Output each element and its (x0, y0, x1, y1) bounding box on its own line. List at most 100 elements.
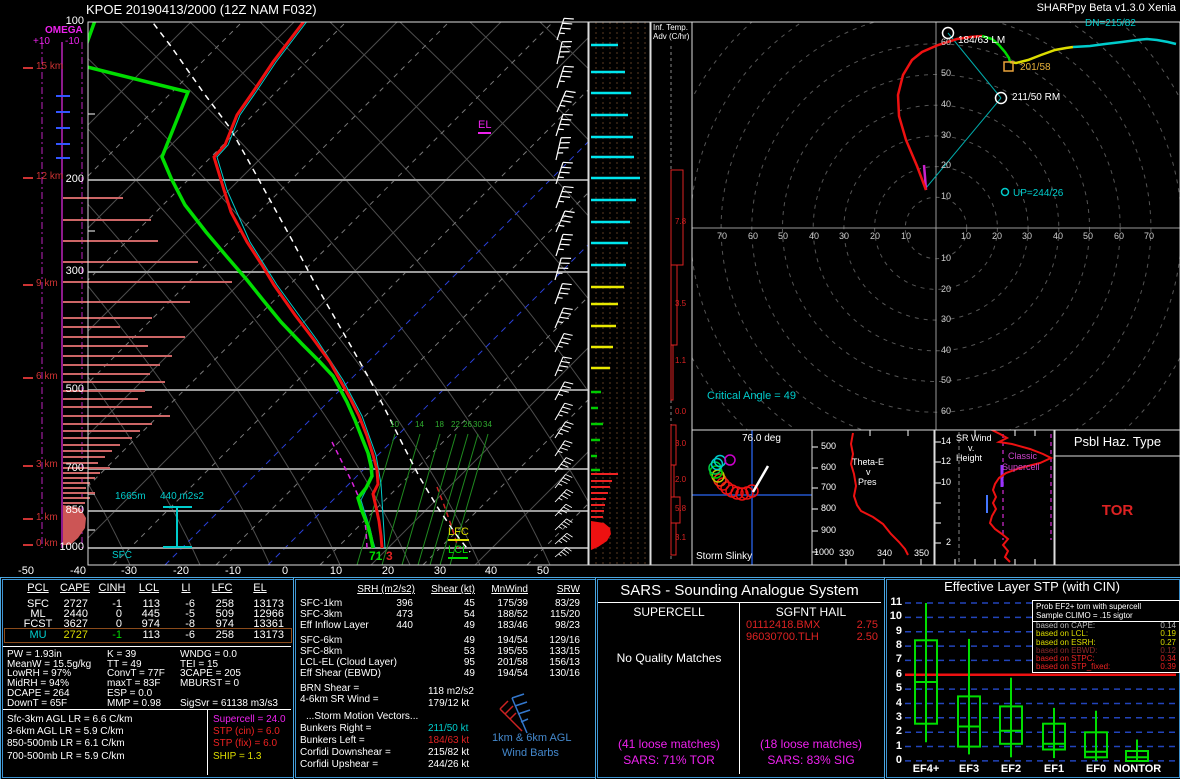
thetae-tick: 1000 (814, 548, 834, 557)
sars-match-file[interactable]: 96030700.TLH (746, 632, 819, 644)
mixing-ratio-label: 26 (463, 421, 472, 429)
temp-tick: 10 (316, 566, 356, 578)
stp-ytick: 11 (886, 597, 902, 609)
hodo-tick: 70 (1139, 232, 1159, 241)
stp-category: EF3 (949, 764, 989, 776)
eil-srh-label: 440 m2s2 (160, 492, 204, 503)
app-version: SHARPpy Beta v1.3.0 Xenia (1037, 3, 1176, 15)
hodo-tick: 20 (941, 285, 951, 294)
mixing-ratio-label: 10 (390, 421, 399, 429)
pressure-label: 850 (56, 505, 84, 517)
sars-match-file[interactable]: 01112418.BMX (746, 620, 820, 632)
lapse-rates: Sfc-3km AGL LR = 6.6 C/km3-6km AGL LR = … (7, 714, 133, 763)
stp-ytick: 8 (886, 640, 902, 652)
temp-tick: 20 (368, 566, 408, 578)
height-label: 6 km (36, 372, 58, 383)
kine-header: Shear (kt) (415, 585, 475, 596)
pressure-label: 300 (56, 266, 84, 278)
stp-ytick: 5 (886, 683, 902, 695)
height-label: 1 km (36, 513, 58, 524)
thermo-vdivider (207, 709, 208, 775)
stp-ytick: 10 (886, 611, 902, 623)
thetae-tick: 330 (839, 549, 854, 558)
eil-height-label: 1665m (115, 492, 146, 503)
thermo-stats-col2: K = 39TT = 49 ConvT = 77FmaxT = 83F ESP … (107, 650, 165, 708)
srwind-title: Height (956, 454, 982, 463)
sars-hail-header: SGFNT HAIL (741, 606, 881, 619)
temp-tick: 40 (471, 566, 511, 578)
adv-value: 3.0 (675, 440, 686, 448)
hodo-tick: 50 (773, 232, 793, 241)
hodo-tick: 40 (1048, 232, 1068, 241)
srwind-tick: 10 (941, 478, 951, 487)
hodo-tick: 10 (941, 192, 951, 201)
mixing-ratio-label: 30 (473, 421, 482, 429)
adv-value: 2.0 (675, 476, 686, 484)
temp-tick: -10 (213, 566, 253, 578)
omega-minus-label: -10 (65, 37, 79, 48)
hodo-tick: 30 (941, 131, 951, 140)
thetae-tick: 800 (820, 504, 836, 513)
sars-title: SARS - Sounding Analogue System (595, 583, 884, 599)
thermo-header: CAPE (57, 583, 93, 595)
adv-value: 3.5 (675, 300, 686, 308)
mixing-ratio-label: 22 (451, 421, 460, 429)
height-label: 0 km (36, 539, 58, 550)
hodo-tick: 40 (804, 232, 824, 241)
hodo-tick: 60 (941, 38, 951, 47)
temp-tick: 30 (420, 566, 460, 578)
lfc-label: LFC (448, 527, 469, 541)
hodo-tick: 50 (1078, 232, 1098, 241)
stp-title: Effective Layer STP (with CIN) (884, 580, 1180, 594)
surface-temp-value: 3 (386, 550, 393, 563)
psbl-haz-value: TOR (1055, 503, 1180, 519)
hodo-tick: 10 (941, 254, 951, 263)
height-label: 9 km (36, 279, 58, 290)
sars-sig-result: SARS: 83% SIG (741, 754, 881, 767)
thermo-divider2 (3, 709, 291, 710)
thetae-tick: 600 (820, 463, 836, 472)
kine-header: MnWind (478, 585, 528, 596)
stp-category: NONTOR (1110, 764, 1165, 776)
stp-ytick: 6 (886, 669, 902, 681)
sars-no-match: No Quality Matches (599, 652, 739, 665)
adv-value: 7.8 (675, 218, 686, 226)
stp-ytick: 7 (886, 654, 902, 666)
hodo-tick: 50 (941, 69, 951, 78)
stp-ytick: 1 (886, 741, 902, 753)
stp-ytick: 2 (886, 726, 902, 738)
thermo-header: LFC (204, 583, 240, 595)
el-label: EL (478, 120, 491, 134)
mean-wind-label: 201/58 (1020, 63, 1051, 74)
sars-tor-result: SARS: 71% TOR (599, 754, 739, 767)
stp-ytick: 0 (886, 755, 902, 767)
thermo-header: EL (242, 583, 278, 595)
temp-tick: -40 (58, 566, 98, 578)
surface-dewpoint-value: 71 (369, 550, 382, 563)
thermo-header: LI (169, 583, 203, 595)
hodo-tick: 40 (941, 100, 951, 109)
hodo-tick: 10 (956, 232, 976, 241)
adv-value: 0.0 (675, 408, 686, 416)
adv-title-line2: Adv (C/hr) (653, 33, 689, 41)
right-mover-label: 211/50 RM (1012, 93, 1060, 104)
thermo-stats-col1: PW = 1.93inMeanW = 15.5g/kg LowRH = 97%M… (7, 650, 91, 708)
thetae-tick: 700 (820, 483, 836, 492)
hodo-tick: 20 (941, 161, 951, 170)
critical-angle-label: Critical Angle = 49 (707, 391, 796, 403)
mixing-ratio-label: 14 (415, 421, 424, 429)
sfc-label: SFC (112, 551, 132, 562)
lcl-label: LCL (448, 545, 468, 559)
corfidi-up-label: UP=244/26 (1013, 189, 1063, 200)
pressure-label: 500 (56, 384, 84, 396)
stp-category: EF1 (1034, 764, 1074, 776)
hodo-tick: 50 (941, 376, 951, 385)
height-label: 3 km (36, 460, 58, 471)
hodo-tick: 30 (834, 232, 854, 241)
sharppy-window: KPOE 20190413/2000 (12Z NAM F032) SHARPp… (0, 0, 1180, 779)
station-title[interactable]: KPOE 20190413/2000 (12Z NAM F032) (86, 3, 317, 17)
thermo-stats-col3: WNDG = 0.0TEI = 15 3CAPE = 205MBURST = 0… (180, 650, 278, 708)
classic-supercell-label: Supercell (1002, 463, 1040, 472)
thetae-tick: 500 (820, 442, 836, 451)
omega-plus-label: +10 (33, 37, 50, 48)
